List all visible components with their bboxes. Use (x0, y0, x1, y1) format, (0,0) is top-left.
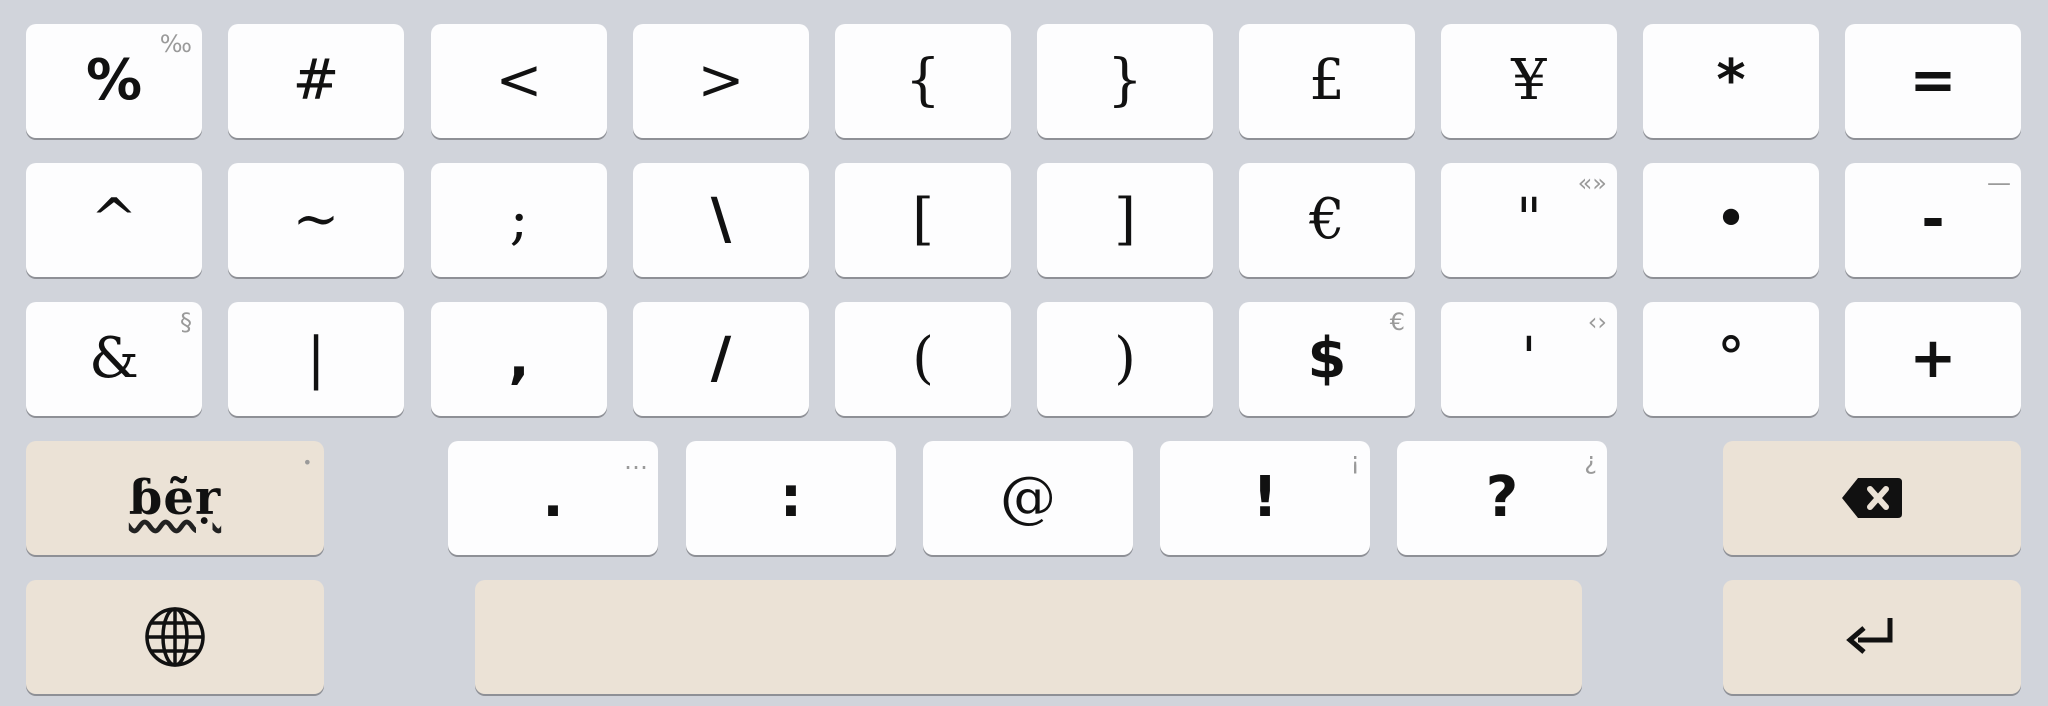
enter-key[interactable] (1723, 580, 2021, 694)
key-label: ° (1717, 326, 1745, 391)
key-dollar[interactable]: $ € (1239, 302, 1415, 416)
key-label: ) (1114, 326, 1136, 391)
key-right-paren[interactable]: ) (1037, 302, 1213, 416)
key-label: • (1714, 187, 1748, 252)
key-less-than[interactable]: < (431, 24, 607, 138)
key-plus[interactable]: + (1845, 302, 2021, 416)
key-label: / (710, 326, 732, 391)
key-left-brace[interactable]: { (835, 24, 1011, 138)
key-colon[interactable]: : (686, 441, 896, 555)
key-hint: ‰ (159, 30, 192, 58)
key-left-paren[interactable]: ( (835, 302, 1011, 416)
key-right-bracket[interactable]: ] (1037, 163, 1213, 277)
key-label: = (1909, 48, 1957, 113)
key-pipe[interactable]: | (228, 302, 404, 416)
key-hint: … (624, 447, 648, 475)
key-euro[interactable]: € (1239, 163, 1415, 277)
globe-icon (144, 606, 206, 668)
key-semicolon[interactable]: ; (431, 163, 607, 277)
key-label: , (508, 326, 530, 391)
key-label: < (495, 48, 543, 113)
globe-key[interactable] (26, 580, 324, 694)
key-label: + (1909, 326, 1957, 391)
enter-icon (1844, 614, 1900, 660)
key-at[interactable]: @ (923, 441, 1133, 555)
key-label: | (306, 326, 326, 391)
key-label: ^ (90, 187, 138, 252)
key-tilde[interactable]: ~ (228, 163, 404, 277)
backspace-icon (1840, 476, 1904, 520)
key-hint: € (1389, 308, 1405, 336)
key-label: } (1107, 48, 1143, 113)
key-label: ' (1521, 326, 1537, 391)
key-label: € (1309, 187, 1345, 252)
key-label: ¥ (1511, 48, 1547, 113)
key-asterisk[interactable]: * (1643, 24, 1819, 138)
key-exclamation[interactable]: ! ¡ (1160, 441, 1370, 555)
key-label: > (697, 48, 745, 113)
key-hyphen[interactable]: - — (1845, 163, 2021, 277)
key-hint: — (1987, 169, 2011, 197)
key-left-bracket[interactable]: [ (835, 163, 1011, 277)
key-double-quote[interactable]: " «» (1441, 163, 1617, 277)
key-right-brace[interactable]: } (1037, 24, 1213, 138)
key-equals[interactable]: = (1845, 24, 2021, 138)
key-label: ] (1114, 187, 1136, 252)
key-label: - (1921, 187, 1945, 252)
key-label: £ (1309, 48, 1345, 113)
key-backslash[interactable]: \ (633, 163, 809, 277)
key-label: : (779, 465, 803, 530)
layout-switch-key[interactable]: ɓẽṛ • (26, 441, 324, 555)
key-question[interactable]: ? ¿ (1397, 441, 1607, 555)
key-hint: § (180, 308, 192, 336)
key-label: [ (912, 187, 934, 252)
key-degree[interactable]: ° (1643, 302, 1819, 416)
key-comma[interactable]: , (431, 302, 607, 416)
key-yen[interactable]: ¥ (1441, 24, 1617, 138)
key-label: @ (1000, 465, 1056, 530)
keyboard: % ‰ # < > { } £ ¥ * = ^ ~ ; \ [ ] € " «»… (0, 0, 2048, 706)
key-hint: ¿ (1584, 447, 1597, 475)
key-hash[interactable]: # (228, 24, 404, 138)
key-hint: • (302, 453, 312, 472)
key-label: ( (912, 326, 934, 391)
key-greater-than[interactable]: > (633, 24, 809, 138)
key-label: " (1516, 187, 1542, 252)
key-label: * (1716, 48, 1746, 113)
key-apostrophe[interactable]: ' ‹› (1441, 302, 1617, 416)
layout-switch-label: ɓẽṛ (128, 470, 222, 526)
key-label: # (292, 48, 340, 113)
key-bullet[interactable]: • (1643, 163, 1819, 277)
key-label: ! (1252, 465, 1278, 530)
key-label: ; (509, 187, 529, 252)
key-slash[interactable]: / (633, 302, 809, 416)
key-label: { (905, 48, 941, 113)
key-pound[interactable]: £ (1239, 24, 1415, 138)
key-hint: «» (1577, 169, 1607, 197)
key-hint: ¡ (1350, 447, 1360, 475)
key-label: $ (1307, 326, 1347, 391)
key-percent[interactable]: % ‰ (26, 24, 202, 138)
key-label: & (89, 326, 139, 391)
backspace-key[interactable] (1723, 441, 2021, 555)
key-hint: ‹› (1587, 308, 1607, 336)
key-label: % (85, 48, 143, 113)
key-period[interactable]: . … (448, 441, 658, 555)
key-ampersand[interactable]: & § (26, 302, 202, 416)
key-label: ~ (292, 187, 340, 252)
key-label: ? (1485, 465, 1519, 530)
key-label: \ (710, 187, 732, 252)
key-caret[interactable]: ^ (26, 163, 202, 277)
space-key[interactable] (475, 580, 1582, 694)
key-label: . (542, 465, 564, 530)
